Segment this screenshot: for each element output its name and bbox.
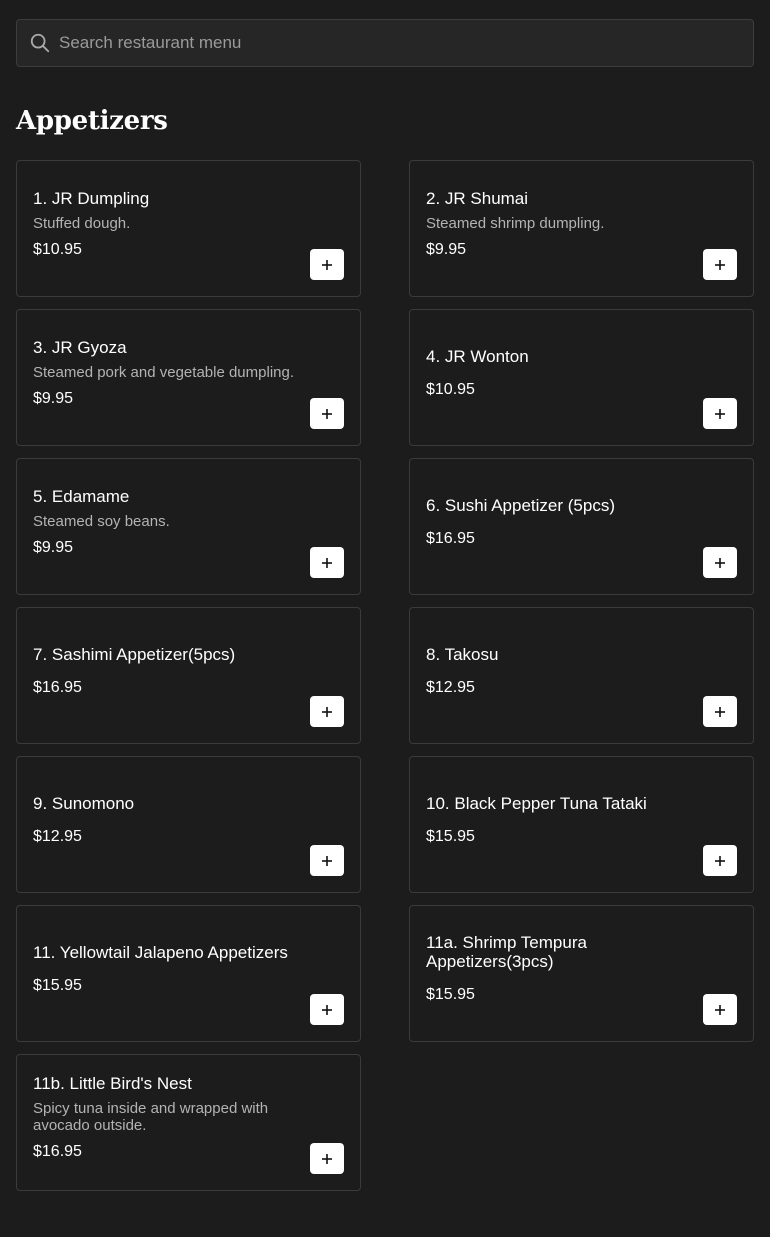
plus-icon: [322, 259, 332, 270]
plus-icon: [322, 557, 332, 568]
add-item-button[interactable]: [310, 398, 344, 429]
menu-item-price: $15.95: [426, 986, 475, 1003]
menu-item-name: 6. Sushi Appetizer (5pcs): [426, 495, 615, 515]
menu-item-name: 5. Edamame: [33, 486, 130, 506]
section-title: Appetizers: [16, 106, 168, 136]
menu-item-card[interactable]: 11. Yellowtail Jalapeno Appetizers $15.95: [16, 905, 361, 1042]
menu-item-price: $12.95: [426, 678, 475, 696]
add-item-button[interactable]: [310, 845, 344, 876]
plus-icon: [322, 1153, 332, 1164]
menu-item-name: 9. Sunomono: [33, 793, 135, 813]
menu-item-body: 8. Takosu $12.95: [426, 608, 701, 743]
add-item-button[interactable]: [703, 547, 737, 578]
menu-item-card[interactable]: 11a. Shrimp Tempura Appetizers(3pcs) $15.…: [409, 905, 754, 1042]
plus-icon: [715, 1004, 725, 1015]
plus-icon: [715, 259, 725, 270]
menu-item-card[interactable]: 2. JR Shumai Steamed shrimp dumpling. $9.9…: [409, 160, 754, 297]
search-icon: [30, 33, 50, 53]
menu-item-price: $16.95: [33, 1143, 82, 1160]
plus-icon: [322, 855, 332, 866]
menu-item-price: $9.95: [33, 538, 74, 556]
menu-item-card[interactable]: 6. Sushi Appetizer (5pcs) $16.95: [409, 458, 754, 595]
menu-item-card[interactable]: 5. Edamame Steamed soy beans. $9.95: [16, 458, 361, 595]
menu-item-price: $15.95: [426, 827, 475, 845]
plus-icon: [322, 706, 332, 717]
menu-item-body: 4. JR Wonton $10.95: [426, 310, 701, 445]
add-item-button[interactable]: [310, 249, 344, 280]
menu-item-price: $10.95: [33, 240, 82, 258]
menu-item-name: 1. JR Dumpling: [33, 188, 150, 208]
menu-item-name: 2. JR Shumai: [426, 188, 529, 208]
plus-icon: [715, 706, 725, 717]
menu-item-card[interactable]: 7. Sashimi Appetizer(5pcs) $16.95: [16, 607, 361, 744]
plus-icon: [322, 1004, 332, 1015]
menu-item-name: 7. Sashimi Appetizer(5pcs): [33, 644, 236, 664]
menu-item-name: 8. Takosu: [426, 644, 499, 664]
menu-grid: 1. JR Dumpling Stuffed dough. $10.95 2. JR …: [16, 160, 754, 1191]
add-item-button[interactable]: [310, 696, 344, 727]
menu-item-price: $9.95: [426, 240, 467, 258]
menu-item-card[interactable]: 1. JR Dumpling Stuffed dough. $10.95: [16, 160, 361, 297]
menu-item-description: Spicy tuna inside and wrapped with avoca…: [33, 1100, 269, 1134]
menu-item-name: 11. Yellowtail Jalapeno Appetizers: [33, 942, 288, 962]
menu-item-name: 10. Black Pepper Tuna Tataki: [426, 793, 647, 813]
plus-icon: [715, 557, 725, 568]
add-item-button[interactable]: [310, 547, 344, 578]
menu-item-body: 11a. Shrimp Tempura Appetizers(3pcs) $15.…: [426, 906, 701, 1041]
menu-item-body: 7. Sashimi Appetizer(5pcs) $16.95: [33, 608, 308, 743]
menu-item-name: 11b. Little Bird's Nest: [33, 1074, 192, 1093]
menu-item-body: 2. JR Shumai Steamed shrimp dumpling. $9.9…: [426, 161, 701, 296]
menu-item-body: 6. Sushi Appetizer (5pcs) $16.95: [426, 459, 701, 594]
menu-item-description: Steamed soy beans.: [33, 512, 170, 530]
add-item-button[interactable]: [703, 398, 737, 429]
menu-item-body: 3. JR Gyoza Steamed pork and vegetable du…: [33, 310, 308, 445]
menu-item-body: 9. Sunomono $12.95: [33, 757, 308, 892]
menu-item-card[interactable]: 9. Sunomono $12.95: [16, 756, 361, 893]
menu-item-name: 3. JR Gyoza: [33, 337, 127, 357]
add-item-button[interactable]: [310, 1143, 344, 1174]
plus-icon: [322, 408, 332, 419]
add-item-button[interactable]: [703, 845, 737, 876]
plus-icon: [715, 855, 725, 866]
menu-item-price: $9.95: [33, 389, 74, 407]
menu-item-price: $12.95: [33, 827, 82, 845]
menu-item-name: 4. JR Wonton: [426, 346, 529, 366]
menu-item-description: Steamed pork and vegetable dumpling.: [33, 363, 295, 381]
menu-item-name: 11a. Shrimp Tempura Appetizers(3pcs): [426, 933, 587, 971]
menu-item-card[interactable]: 11b. Little Bird's Nest Spicy tuna inside…: [16, 1054, 361, 1191]
menu-item-price: $16.95: [33, 678, 82, 696]
menu-item-card[interactable]: 10. Black Pepper Tuna Tataki $15.95: [409, 756, 754, 893]
add-item-button[interactable]: [703, 994, 737, 1025]
add-item-button[interactable]: [310, 994, 344, 1025]
menu-item-price: $10.95: [426, 380, 475, 398]
menu-item-price: $16.95: [426, 529, 475, 547]
menu-item-body: 5. Edamame Steamed soy beans. $9.95: [33, 459, 308, 594]
menu-item-card[interactable]: 3. JR Gyoza Steamed pork and vegetable du…: [16, 309, 361, 446]
search-bar[interactable]: [16, 19, 754, 67]
add-item-button[interactable]: [703, 696, 737, 727]
search-input[interactable]: [59, 20, 739, 66]
menu-item-body: 11. Yellowtail Jalapeno Appetizers $15.95: [33, 906, 308, 1041]
menu-item-body: 1. JR Dumpling Stuffed dough. $10.95: [33, 161, 308, 296]
menu-item-description: Steamed shrimp dumpling.: [426, 214, 605, 232]
add-item-button[interactable]: [703, 249, 737, 280]
menu-item-card[interactable]: 4. JR Wonton $10.95: [409, 309, 754, 446]
plus-icon: [715, 408, 725, 419]
menu-item-price: $15.95: [33, 976, 82, 994]
menu-item-body: 10. Black Pepper Tuna Tataki $15.95: [426, 757, 701, 892]
menu-item-description: Stuffed dough.: [33, 214, 131, 232]
menu-item-card[interactable]: 8. Takosu $12.95: [409, 607, 754, 744]
menu-item-body: 11b. Little Bird's Nest Spicy tuna inside…: [33, 1055, 308, 1190]
